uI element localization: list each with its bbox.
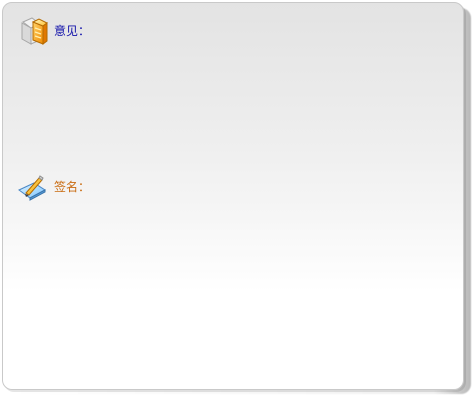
opinion-icon <box>16 14 48 48</box>
signature-row: 签名： <box>16 170 90 204</box>
signature-label: 签名： <box>54 180 91 194</box>
signature-icon <box>16 170 48 204</box>
opinion-label: 意见： <box>54 24 91 38</box>
opinion-row: 意见： <box>16 14 90 48</box>
